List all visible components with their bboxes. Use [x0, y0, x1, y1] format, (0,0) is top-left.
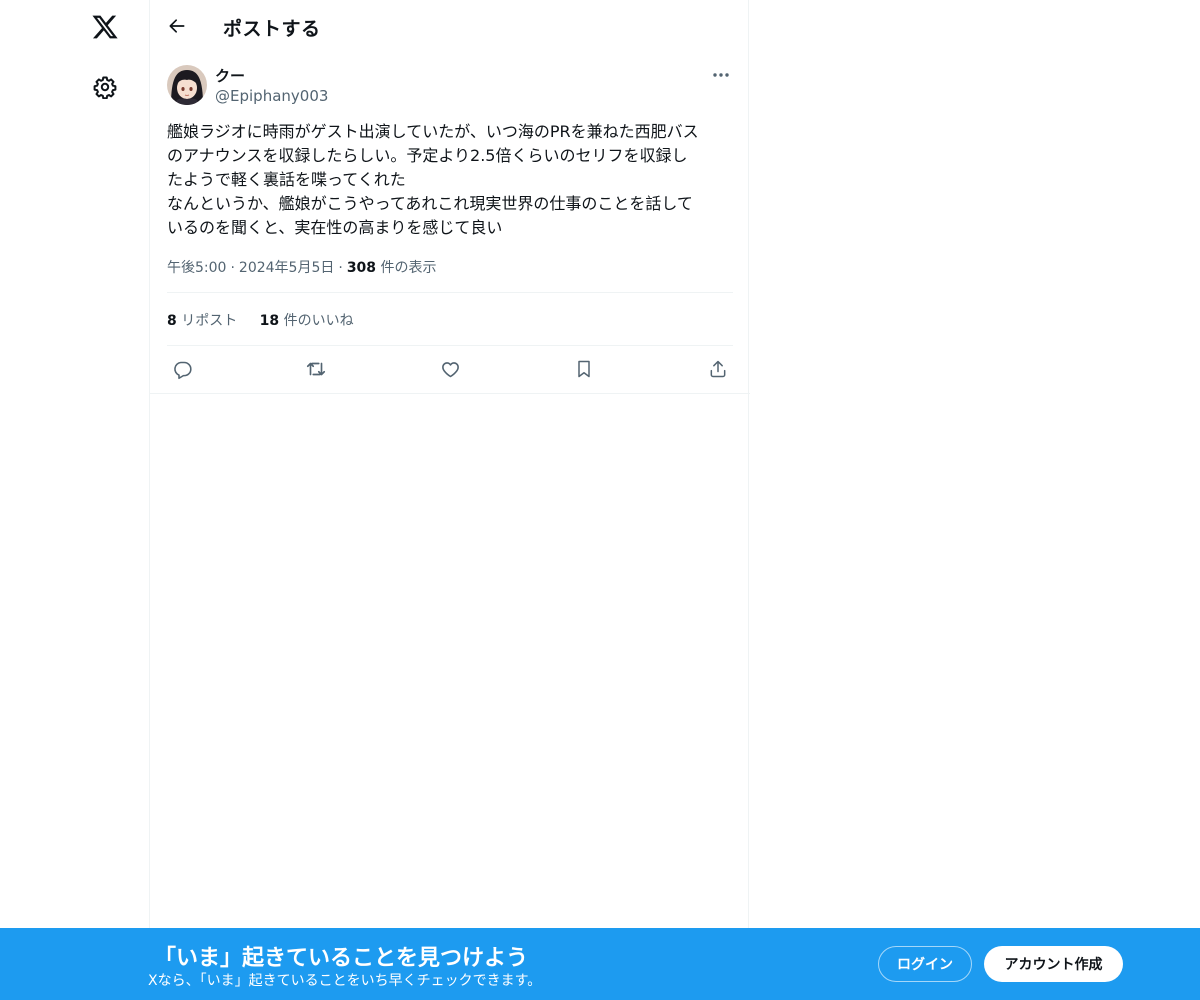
reply-icon[interactable]: [167, 354, 197, 384]
post-text-line: いるのを聞くと、実在性の高まりを感じて良い: [167, 218, 503, 237]
post-text-line: なんというか、艦娘がこうやってあれこれ現実世界の仕事のことを話して: [167, 194, 693, 213]
avatar[interactable]: [167, 65, 207, 105]
divider: [167, 345, 733, 346]
author-handle[interactable]: @Epiphany003: [215, 87, 328, 105]
banner-subtitle: Xなら、「いま」起きていることをいち早くチェックできます。: [148, 973, 542, 989]
left-nav: [0, 0, 150, 1000]
x-logo-icon[interactable]: [83, 5, 127, 49]
arrow-left-icon[interactable]: [160, 9, 194, 43]
divider: [150, 393, 750, 394]
views-count: 308: [346, 260, 377, 276]
page-header: ポストする: [150, 0, 750, 53]
likes-stat[interactable]: 18 件のいいね: [260, 313, 354, 329]
post-author: クー @Epiphany003: [167, 65, 733, 107]
post-time[interactable]: 午後5:00: [167, 260, 226, 276]
share-icon[interactable]: [703, 354, 733, 384]
meta-separator: ·: [338, 260, 343, 276]
post-text-line: たようで軽く裏話を喋ってくれた: [167, 170, 406, 189]
gear-icon[interactable]: [83, 65, 127, 109]
login-button[interactable]: ログイン: [878, 946, 972, 982]
page-title: ポストする: [223, 18, 321, 40]
post-stats: 8 リポスト 18 件のいいね: [167, 310, 372, 330]
reposts-stat[interactable]: 8 リポスト: [167, 313, 237, 329]
banner-title: 「いま」起きていることを見つけよう: [154, 946, 529, 971]
reposts-label: リポスト: [181, 313, 238, 329]
post-text: 艦娘ラジオに時雨がゲスト出演していたが、いつ海のPRを兼ねた西肥バス のアナウン…: [167, 120, 737, 240]
post-text-line: のアナウンスを収録したらしい。予定より2.5倍くらいのセリフを収録し: [167, 146, 688, 165]
repost-icon[interactable]: [301, 354, 331, 384]
divider: [167, 292, 733, 293]
main-column: ポストする クー @Epiphany003 艦娘ラジオに時雨がゲスト出演していた…: [149, 0, 750, 1000]
heart-icon[interactable]: [435, 354, 465, 384]
post-meta: 午後5:00 · 2024年5月5日 · 308 件の表示: [167, 257, 437, 277]
bookmark-icon[interactable]: [569, 354, 599, 384]
post-text-line: 艦娘ラジオに時雨がゲスト出演していたが、いつ海のPRを兼ねた西肥バス: [167, 122, 699, 141]
post-date[interactable]: 2024年5月5日: [239, 260, 334, 276]
reposts-count: 8: [167, 313, 177, 329]
author-name[interactable]: クー: [215, 65, 245, 86]
signup-banner: 「いま」起きていることを見つけよう Xなら、「いま」起きていることをいち早くチェ…: [0, 928, 1200, 1000]
likes-label: 件のいいね: [283, 313, 354, 329]
more-dots-icon[interactable]: [709, 65, 733, 85]
views-label: 件の表示: [380, 260, 437, 276]
likes-count: 18: [259, 313, 280, 329]
post-actions: [167, 354, 733, 384]
meta-separator: ·: [230, 260, 235, 276]
create-account-button[interactable]: アカウント作成: [984, 946, 1123, 982]
